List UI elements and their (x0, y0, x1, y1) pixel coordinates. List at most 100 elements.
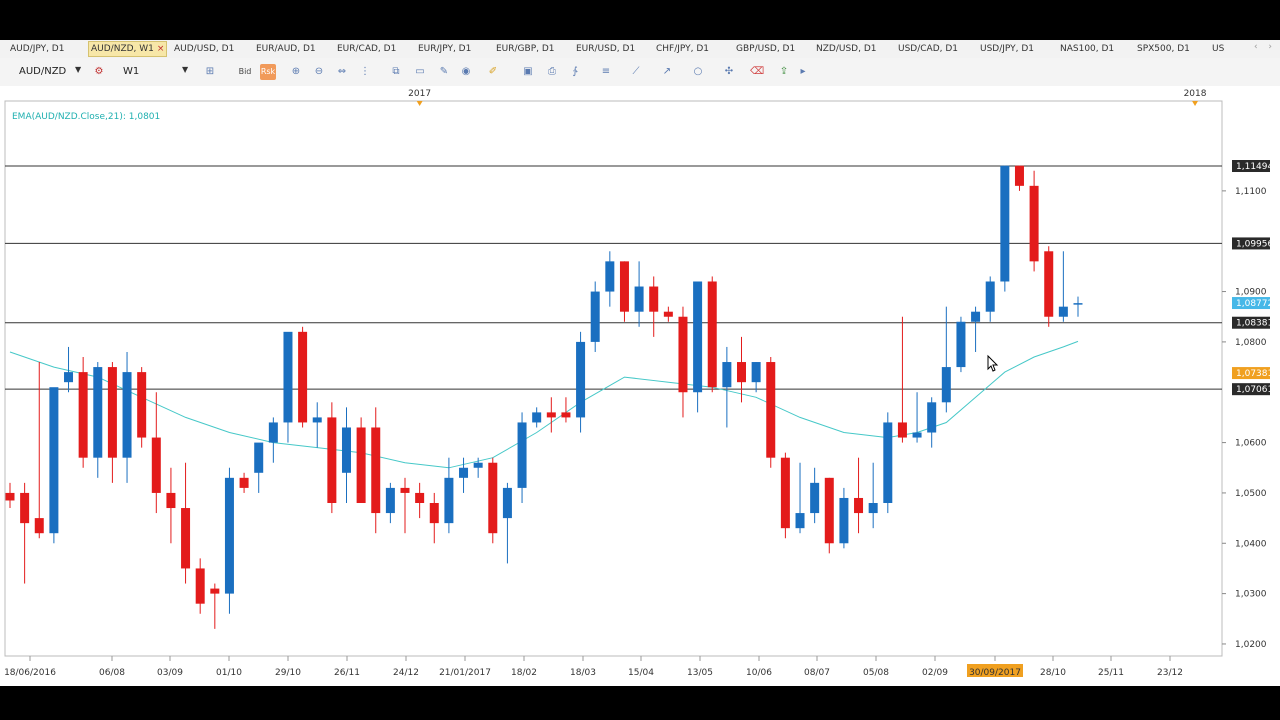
zoom-fit-icon[interactable]: ⇔ (335, 65, 349, 79)
candle-body[interactable] (956, 321, 966, 368)
candle-body[interactable] (34, 518, 44, 534)
timeframe-selector[interactable]: W1 (123, 64, 139, 80)
candle-body[interactable] (151, 437, 161, 493)
candle-body[interactable] (137, 372, 147, 438)
crosshair-icon[interactable]: ⊞ (203, 65, 217, 79)
candle-body[interactable] (971, 311, 981, 322)
candle-body[interactable] (224, 477, 234, 594)
screenshot-icon[interactable]: ▣ (521, 65, 535, 79)
candle-body[interactable] (678, 316, 688, 393)
candle-body[interactable] (649, 286, 659, 312)
tab-item[interactable]: AUD/JPY, D1 (10, 42, 64, 56)
candle-body[interactable] (605, 261, 615, 292)
candle-body[interactable] (810, 482, 820, 514)
price-chart-area[interactable]: 2017 2018 1,1100 1,0900 1,0800 1,0600 1,0500 1,… (0, 86, 1280, 686)
candle-body[interactable] (619, 261, 629, 312)
candle-body[interactable] (1014, 165, 1024, 186)
tab-item[interactable]: GBP/USD, D1 (736, 42, 795, 56)
tab-item[interactable]: USD/JPY, D1 (980, 42, 1034, 56)
candle-body[interactable] (107, 367, 117, 458)
candle-body[interactable] (941, 367, 951, 403)
candle-body[interactable] (356, 427, 366, 503)
candle-body[interactable] (897, 422, 907, 438)
candle-body[interactable] (93, 367, 103, 458)
instrument-settings-icon[interactable]: ⚙ (92, 65, 106, 79)
candle-body[interactable] (400, 487, 410, 493)
tab-item[interactable]: USD/CAD, D1 (898, 42, 958, 56)
print-icon[interactable]: ⎙ (545, 65, 559, 79)
candle-body[interactable] (268, 422, 278, 443)
candle-body[interactable] (5, 492, 15, 501)
copy-icon[interactable]: ⧉ (389, 65, 403, 79)
candle-body[interactable] (1073, 303, 1083, 305)
candle-body[interactable] (210, 588, 220, 594)
candle-body[interactable] (722, 362, 732, 388)
candle-body[interactable] (707, 281, 717, 388)
candle-body[interactable] (502, 487, 512, 519)
candle-body[interactable] (693, 281, 703, 393)
candle-body[interactable] (298, 331, 308, 423)
candle-body[interactable] (1029, 185, 1039, 262)
candle-body[interactable] (181, 508, 191, 569)
zoom-in-icon[interactable]: ⊕ (289, 65, 303, 79)
bid-button[interactable]: Bid (238, 65, 252, 79)
trend-tool-icon[interactable]: ↗ (660, 65, 674, 79)
candle-body[interactable] (166, 492, 176, 509)
candle-body[interactable] (737, 362, 746, 383)
candle-body[interactable] (64, 372, 74, 383)
tab-item[interactable]: EUR/USD, D1 (576, 42, 635, 56)
indicators-icon[interactable]: ∱ (568, 65, 582, 79)
tab-item[interactable]: SPX500, D1 (1137, 42, 1190, 56)
chart-type-icon[interactable]: ▭ (413, 65, 427, 79)
candlestick-chart[interactable]: 2017 2018 1,1100 1,0900 1,0800 1,0600 1,0500 1,… (0, 86, 1280, 686)
candle-body[interactable] (1058, 306, 1068, 317)
candle-body[interactable] (341, 427, 351, 473)
candle-body[interactable] (576, 341, 586, 418)
candle-body[interactable] (415, 492, 425, 503)
candle-body[interactable] (780, 457, 790, 529)
zoom-out-icon[interactable]: ⊖ (312, 65, 326, 79)
tab-close-icon[interactable]: × (157, 44, 165, 54)
candle-body[interactable] (766, 362, 776, 458)
candle-body[interactable] (839, 497, 849, 544)
tab-item[interactable]: EUR/AUD, D1 (256, 42, 316, 56)
list-icon[interactable]: ≡ (599, 65, 613, 79)
candle-body[interactable] (429, 502, 439, 524)
drawing-tool-icon[interactable]: ✐ (486, 65, 500, 79)
tab-item[interactable]: AUD/USD, D1 (174, 42, 234, 56)
candle-body[interactable] (444, 477, 454, 524)
candle-body[interactable] (854, 497, 864, 514)
candle-body[interactable] (371, 427, 381, 514)
symbol-selector[interactable]: AUD/NZD (19, 64, 66, 80)
tab-item[interactable]: US (1212, 42, 1224, 56)
candle-body[interactable] (824, 477, 834, 544)
eraser-icon[interactable]: ⌫ (750, 65, 764, 79)
candle-body[interactable] (751, 362, 761, 383)
candle-body[interactable] (590, 291, 600, 342)
candle-body[interactable] (795, 513, 805, 529)
shape-tool-icon[interactable]: ○ (691, 65, 705, 79)
pencil-icon[interactable]: ✎ (437, 65, 451, 79)
globe-icon[interactable]: ◉ (459, 65, 473, 79)
tab-item[interactable]: CHF/JPY, D1 (656, 42, 709, 56)
timeframe-dropdown-icon[interactable]: ▼ (182, 65, 188, 74)
tab-item[interactable]: EUR/GBP, D1 (496, 42, 555, 56)
candle-body[interactable] (20, 492, 30, 524)
tab-item[interactable]: NAS100, D1 (1060, 42, 1114, 56)
period-separator-icon[interactable]: ⋮ (358, 65, 372, 79)
candle-body[interactable] (283, 331, 293, 423)
tab-item[interactable]: NZD/USD, D1 (816, 42, 876, 56)
candle-body[interactable] (927, 402, 937, 433)
candle-body[interactable] (473, 462, 483, 468)
symbol-dropdown-icon[interactable]: ▼ (75, 65, 81, 74)
candle-body[interactable] (634, 286, 644, 312)
candle-body[interactable] (254, 442, 264, 473)
candle-body[interactable] (883, 422, 893, 503)
candle-body[interactable] (985, 281, 995, 312)
candle-body[interactable] (1000, 165, 1010, 282)
more-icon[interactable]: ▸ (796, 65, 810, 79)
candle-body[interactable] (561, 412, 571, 418)
candle-body[interactable] (912, 432, 922, 438)
candle-body[interactable] (78, 372, 88, 458)
ema-legend-label[interactable]: EMA(AUD/NZD.Close,21): 1,0801 (12, 112, 160, 122)
